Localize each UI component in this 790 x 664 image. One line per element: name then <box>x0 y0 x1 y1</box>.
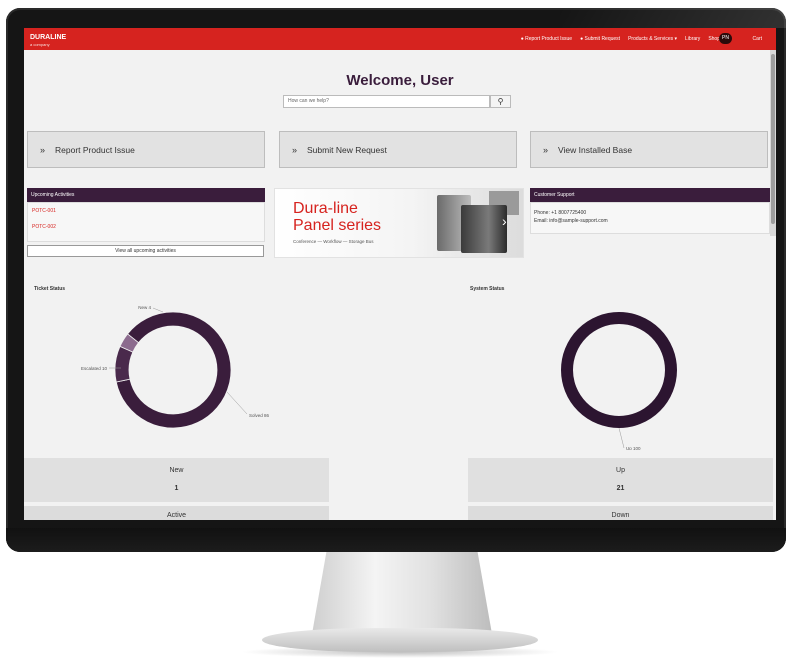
nav-submit-request[interactable]: ● Submit Request <box>580 36 620 42</box>
ticket-status-title: Ticket Status <box>34 286 66 292</box>
activity-link-2[interactable]: POTC-002 <box>32 224 56 230</box>
stat-value: 21 <box>616 485 625 492</box>
slice-label-solved: Solved 86 <box>249 413 269 418</box>
search-input[interactable]: How can we help? <box>283 95 490 108</box>
stat-label: Active <box>166 512 187 519</box>
logo-subtext: a company <box>30 42 50 47</box>
top-bar: DURALINE a company ● Report Product Issu… <box>24 28 776 50</box>
stat-label: Down <box>611 512 630 519</box>
stat-label: Up <box>616 467 625 474</box>
search-icon: ⚲ <box>497 97 504 106</box>
stat-label: New <box>169 467 184 474</box>
action-label: Submit New Request <box>307 144 387 155</box>
chevron-right-icon[interactable]: › <box>502 213 507 229</box>
support-header: Customer Support <box>530 188 770 202</box>
slice-leader-line <box>618 427 625 449</box>
logo-text: DURALINE <box>30 34 67 41</box>
banner-title-line2: Panel series <box>293 217 382 234</box>
slice-label-escalated: Escalated 10 <box>81 366 108 371</box>
activity-link-1[interactable]: POTC-001 <box>32 208 56 214</box>
stat-tile-new[interactable]: New 1 <box>24 458 329 502</box>
donut-slice-solved[interactable] <box>115 311 232 429</box>
activities-panel <box>27 202 265 242</box>
avatar[interactable]: PN <box>719 33 732 44</box>
promo-banner[interactable]: Dura-line Panel series Conference — Work… <box>274 188 524 258</box>
support-phone: Phone: +1 8007725400 <box>534 210 587 216</box>
action-label: Report Product Issue <box>55 144 135 155</box>
banner-caption: Conference — Workflow — Storage Bus <box>293 239 374 244</box>
activities-header: Upcoming Activities <box>27 188 265 202</box>
stat-tile-up[interactable]: Up 21 <box>468 458 773 502</box>
slice-label-new: New 4 <box>138 305 151 310</box>
nav-report-issue[interactable]: ● Report Product Issue <box>521 36 572 42</box>
donut-slice-up[interactable] <box>561 312 677 428</box>
double-chevron-icon: » <box>40 144 46 155</box>
report-product-issue-button[interactable]: » Report Product Issue <box>27 131 265 168</box>
nav-library[interactable]: Library <box>685 36 700 42</box>
logo[interactable]: DURALINE a company <box>30 34 66 48</box>
nav-cart[interactable]: Cart <box>753 36 762 42</box>
stat-tile-down[interactable]: Down <box>468 506 773 520</box>
monitor-stand-base <box>262 628 538 652</box>
view-installed-base-button[interactable]: » View Installed Base <box>530 131 768 168</box>
slice-label-up: Up 100 <box>626 446 641 450</box>
search-button[interactable]: ⚲ <box>490 95 511 108</box>
page-title: Welcome, User <box>346 72 454 89</box>
support-email[interactable]: Email: info@sample-support.com <box>534 218 608 224</box>
screen: DURALINE a company ● Report Product Issu… <box>24 28 776 520</box>
stat-tile-active[interactable]: Active <box>24 506 329 520</box>
monitor-stand-neck <box>312 552 492 634</box>
system-status-donut: Up 100 <box>561 312 677 450</box>
double-chevron-icon: » <box>292 144 298 155</box>
slice-leader-line <box>226 391 248 415</box>
donut-slice-escalated[interactable] <box>114 345 134 383</box>
submit-new-request-button[interactable]: » Submit New Request <box>279 131 517 168</box>
product-image <box>461 205 507 253</box>
action-label: View Installed Base <box>558 144 633 155</box>
double-chevron-icon: » <box>543 144 549 155</box>
system-status-title: System Status <box>470 286 505 292</box>
stat-value: 1 <box>174 485 179 492</box>
banner-title-line1: Dura-line <box>293 200 358 217</box>
nav-products[interactable]: Products & Services ▾ <box>628 36 677 42</box>
top-nav: ● Report Product Issue ● Submit Request … <box>521 36 742 42</box>
view-all-activities-button[interactable]: View all upcoming activities <box>27 245 264 257</box>
ticket-status-donut: Solved 86 Escalated 10 New 4 <box>81 305 269 429</box>
slice-leader-line <box>152 307 164 313</box>
